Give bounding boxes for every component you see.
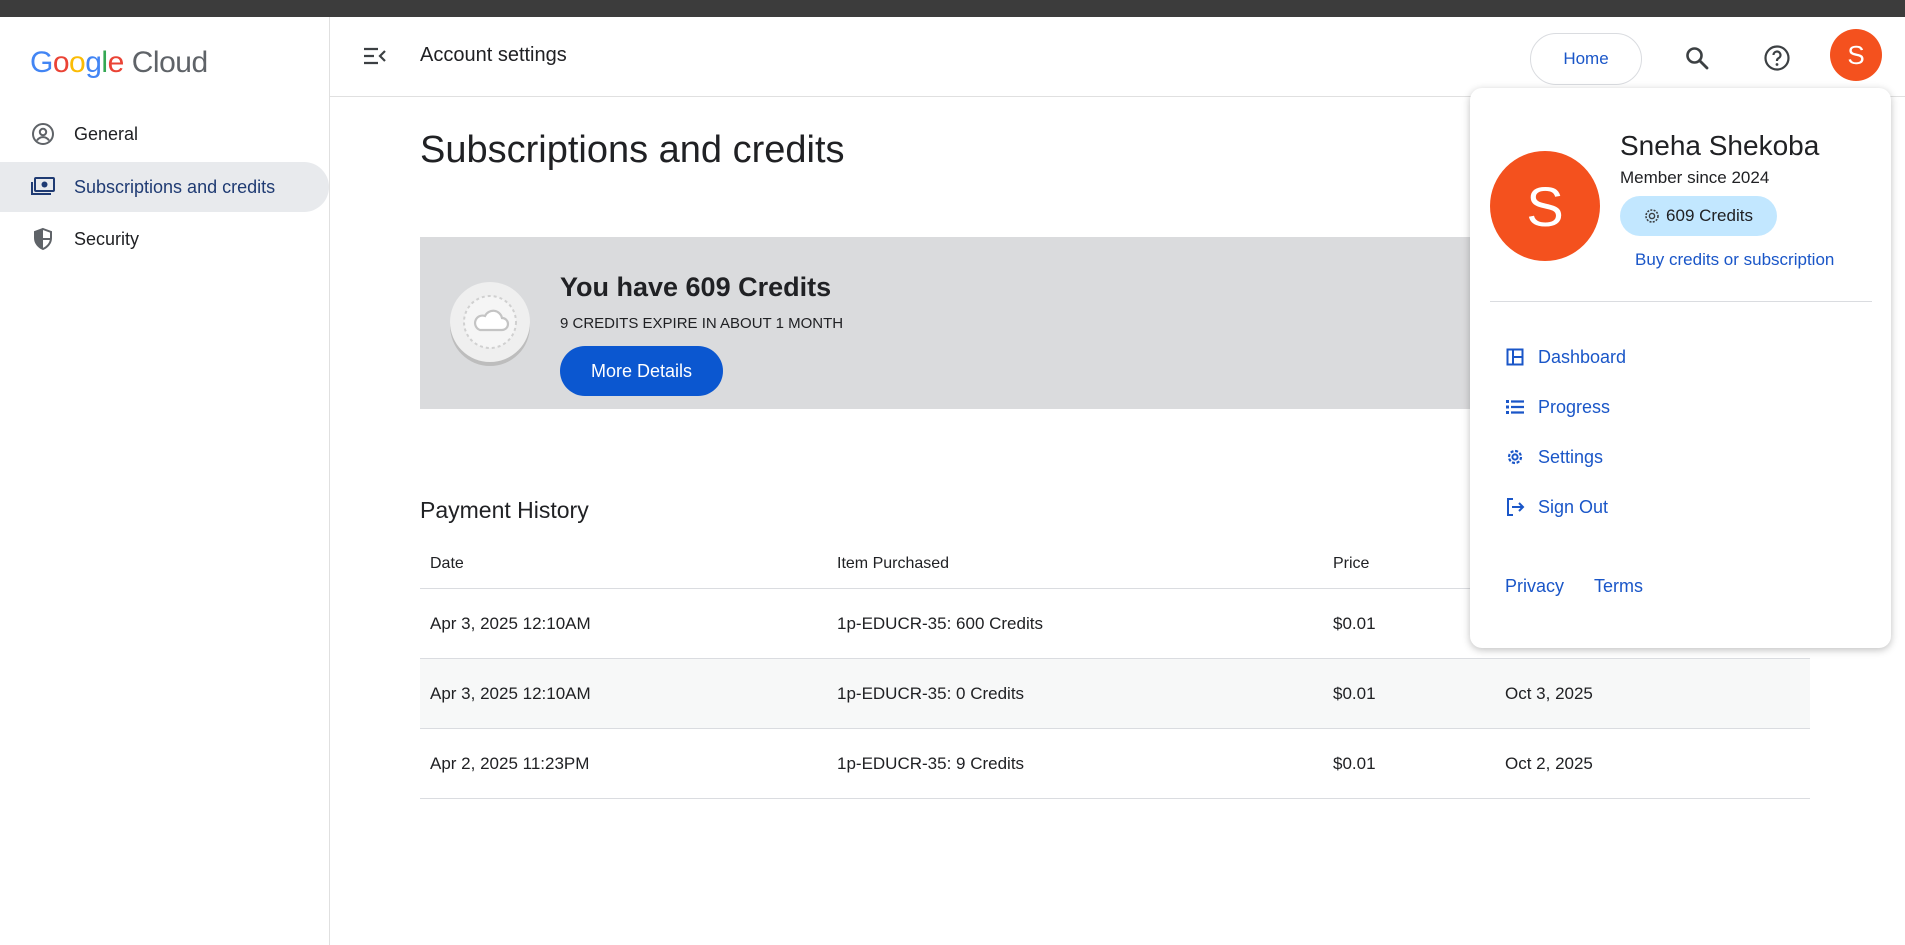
window-top-strip	[0, 0, 1905, 17]
menu-item-settings[interactable]: Settings	[1504, 442, 1603, 472]
menu-item-label: Sign Out	[1538, 496, 1609, 517]
cloud-badge-icon	[450, 282, 530, 362]
table-row: Apr 3, 2025 12:10AM 1p-EDUCR-35: 0 Credi…	[420, 659, 1810, 729]
menu-item-label: Settings	[1538, 446, 1604, 467]
sidebar-item-security[interactable]: Security	[0, 214, 329, 264]
cell-item: 1p-EDUCR-35: 0 Credits	[837, 683, 1025, 703]
user-name: Sneha Shekoba	[1620, 130, 1820, 161]
list-icon	[1504, 396, 1526, 418]
more-details-button[interactable]: More Details	[560, 346, 723, 396]
logo-suffix: Cloud	[131, 46, 208, 79]
sidebar-item-label: Subscriptions and credits	[74, 176, 276, 197]
dashboard-icon	[1504, 346, 1526, 368]
avatar: S	[1490, 151, 1600, 261]
menu-item-label: Progress	[1538, 396, 1611, 417]
gear-icon	[1504, 446, 1526, 468]
sidebar-item-label: General	[74, 123, 139, 144]
sidebar-item-general[interactable]: General	[0, 109, 329, 159]
logo-letter: o	[52, 46, 70, 79]
app-window: Google Cloud General Subscriptions and c…	[0, 17, 1905, 945]
cell-date: Apr 3, 2025 12:10AM	[430, 683, 591, 703]
column-header: Price	[1333, 555, 1370, 572]
logout-icon	[1504, 496, 1526, 518]
menu-item-label: Dashboard	[1538, 346, 1627, 367]
privacy-link[interactable]: Privacy	[1505, 576, 1564, 597]
logo-letter: e	[107, 46, 125, 79]
divider	[1490, 301, 1872, 302]
payments-icon	[30, 174, 56, 200]
sidebar-item-label: Security	[74, 228, 140, 249]
cell-item: 1p-EDUCR-35: 600 Credits	[837, 613, 1043, 633]
menu-collapse-icon[interactable]	[360, 41, 390, 71]
search-icon[interactable]	[1680, 41, 1714, 75]
cell-expiry: Oct 2, 2025	[1505, 753, 1593, 773]
payment-history-title: Payment History	[420, 497, 589, 523]
cell-date: Apr 2, 2025 11:23PM	[430, 753, 590, 773]
credits-expiry: 9 CREDITS EXPIRE IN ABOUT 1 MONTH	[560, 315, 844, 332]
home-button[interactable]: Home	[1530, 33, 1642, 85]
header-title: Account settings	[420, 44, 567, 66]
credits-coin-icon	[1644, 208, 1660, 224]
logo-letter: o	[69, 46, 86, 79]
account-circle-icon	[30, 121, 56, 147]
help-icon[interactable]	[1760, 41, 1794, 75]
buy-credits-link[interactable]: Buy credits or subscription	[1635, 250, 1834, 270]
menu-item-progress[interactable]: Progress	[1504, 392, 1610, 422]
credits-chip-label: 609 Credits	[1666, 206, 1753, 225]
logo-letter: g	[85, 46, 102, 79]
page-title: Subscriptions and credits	[420, 129, 845, 171]
logo-letter: G	[30, 46, 53, 79]
column-header: Date	[430, 555, 464, 572]
table-row: Apr 2, 2025 11:23PM 1p-EDUCR-35: 9 Credi…	[420, 729, 1810, 799]
cell-price: $0.01	[1333, 683, 1376, 703]
top-header: Account settings Home S	[330, 17, 1905, 97]
menu-item-dashboard[interactable]: Dashboard	[1504, 342, 1626, 372]
cell-date: Apr 3, 2025 12:10AM	[430, 613, 591, 633]
sidebar-item-subscriptions[interactable]: Subscriptions and credits	[0, 162, 329, 212]
credits-chip[interactable]: 609 Credits	[1620, 196, 1777, 236]
member-since: Member since 2024	[1620, 168, 1770, 187]
account-popup: S Sneha Shekoba Member since 2024 609 Cr…	[1470, 88, 1891, 648]
google-cloud-logo[interactable]: Google Cloud	[30, 43, 208, 83]
cell-price: $0.01	[1333, 613, 1376, 633]
sidebar: Google Cloud General Subscriptions and c…	[0, 17, 330, 945]
account-avatar-button[interactable]: S	[1830, 29, 1882, 81]
menu-item-sign-out[interactable]: Sign Out	[1504, 492, 1608, 522]
terms-link[interactable]: Terms	[1594, 576, 1643, 597]
cell-item: 1p-EDUCR-35: 9 Credits	[837, 753, 1025, 773]
column-header: Item Purchased	[837, 555, 950, 572]
credits-headline: You have 609 Credits	[560, 272, 832, 302]
cell-expiry: Oct 3, 2025	[1505, 683, 1593, 703]
shield-icon	[30, 226, 56, 252]
cell-price: $0.01	[1333, 753, 1376, 773]
